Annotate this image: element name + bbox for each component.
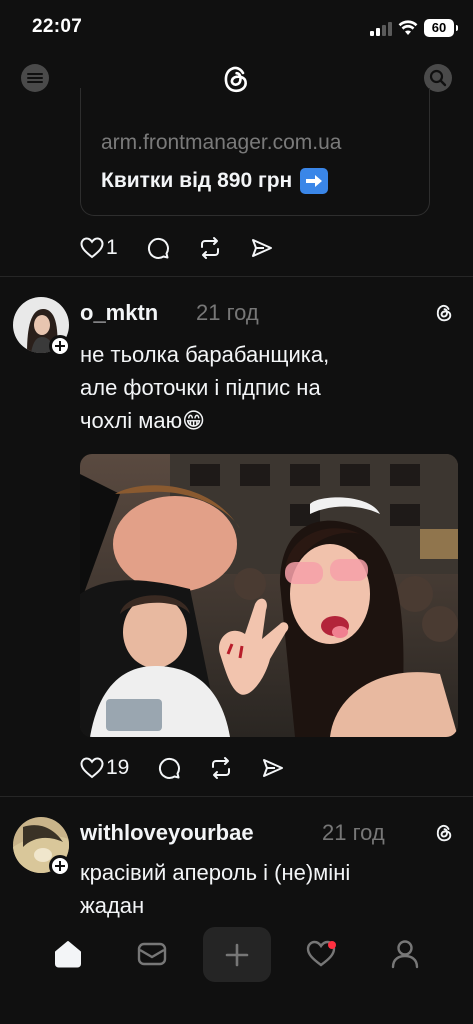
like-count: 1 (106, 236, 118, 259)
compose-icon (225, 943, 249, 966)
comment-icon (147, 237, 169, 259)
follow-button[interactable] (49, 335, 71, 357)
threads-small-icon[interactable] (433, 822, 455, 844)
bottom-nav (0, 920, 473, 1024)
share-button[interactable] (261, 756, 285, 780)
repost-icon (200, 237, 219, 259)
post-text-line: чохлі маю😁 (80, 408, 206, 433)
link-preview-card[interactable]: arm.frontmanager.com.ua Квитки від 890 г… (80, 88, 430, 216)
home-icon (55, 941, 81, 968)
post-actions: 1 (80, 233, 302, 263)
nav-profile[interactable] (385, 934, 425, 974)
post-text-line: жадан (80, 893, 145, 918)
search-icon (429, 69, 447, 87)
comment-icon (159, 757, 181, 779)
heart-icon (80, 237, 104, 259)
threads-small-icon[interactable] (433, 302, 455, 324)
status-bar: 22:07 60 (0, 0, 473, 56)
reply-button[interactable] (157, 756, 181, 780)
inbox-icon (137, 942, 167, 966)
send-icon (251, 239, 272, 257)
profile-icon (391, 940, 419, 969)
username[interactable]: withloveyourbae (80, 820, 254, 846)
nav-home[interactable] (48, 934, 88, 974)
status-time: 22:07 (32, 16, 83, 37)
plus-icon (55, 341, 65, 351)
nav-activity[interactable] (301, 934, 341, 974)
post-text: красівий апероль і (не)міні жадан (80, 856, 350, 922)
send-icon (263, 759, 284, 777)
post-divider (0, 276, 473, 277)
battery-indicator: 60 (424, 19, 458, 37)
nav-compose[interactable] (203, 927, 271, 982)
post-text-line: не тьолка барабанщика, (80, 342, 330, 367)
plus-icon (55, 861, 65, 871)
post-time: 21 год (196, 300, 259, 325)
post-divider (0, 796, 473, 797)
link-domain: arm.frontmanager.com.ua (101, 131, 342, 154)
heart-icon (80, 757, 104, 779)
like-button[interactable]: 19 (80, 756, 129, 780)
right-arrow-emoji-icon (300, 168, 329, 194)
nav-inbox[interactable] (132, 934, 172, 974)
post-text: не тьолка барабанщика, але фоточки і під… (80, 338, 329, 437)
post-actions: 19 (80, 753, 313, 783)
post-text-line: але фоточки і підпис на (80, 375, 321, 400)
link-title: Квитки від 890 грн (101, 168, 329, 194)
notification-dot (328, 941, 336, 949)
repost-button[interactable] (209, 756, 233, 780)
wifi-icon (398, 20, 418, 35)
signal-icon (370, 22, 392, 36)
link-title-text: Квитки від 890 грн (101, 169, 293, 192)
like-button[interactable]: 1 (80, 236, 118, 260)
post-photo[interactable] (80, 454, 458, 737)
menu-button[interactable] (21, 64, 49, 92)
repost-button[interactable] (198, 236, 222, 260)
reply-button[interactable] (146, 236, 170, 260)
username[interactable]: o_mktn (80, 300, 158, 326)
repost-icon (212, 757, 231, 779)
follow-button[interactable] (49, 855, 71, 877)
share-button[interactable] (250, 236, 274, 260)
like-count: 19 (106, 756, 130, 779)
menu-icon (27, 73, 43, 83)
post-time: 21 год (322, 820, 385, 845)
post-text-line: красівий апероль і (не)міні (80, 860, 351, 885)
